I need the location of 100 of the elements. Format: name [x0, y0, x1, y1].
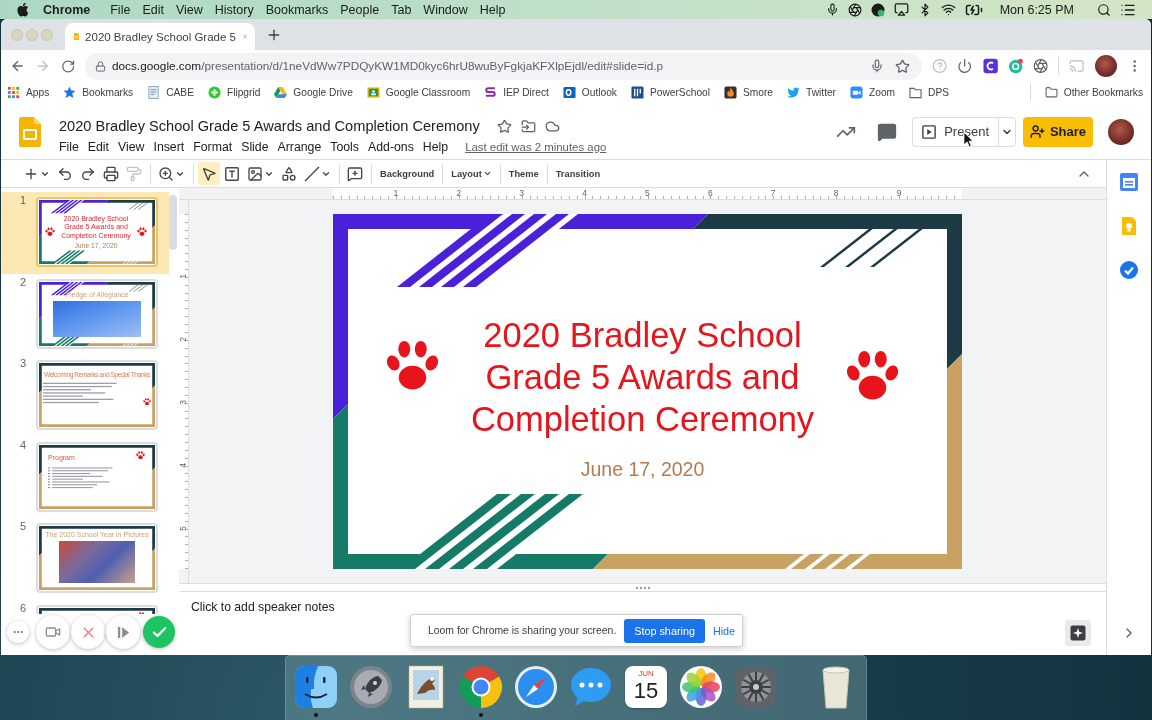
- bookmark-link[interactable]: Zoom: [850, 85, 896, 99]
- bookmark-link[interactable]: PowerSchool: [630, 85, 710, 99]
- flower-icon[interactable]: [678, 664, 724, 710]
- airplay-icon[interactable]: [893, 2, 909, 17]
- apple-logo-icon[interactable]: [16, 2, 29, 17]
- document-title[interactable]: 2020 Bradley School Grade 5 Awards and Completion Ceremony: [59, 118, 480, 134]
- menu-item[interactable]: Arrange: [277, 140, 322, 154]
- triangle-logo-icon[interactable]: [274, 85, 288, 99]
- folder-icon[interactable]: [1044, 85, 1058, 99]
- chrome-logo-icon[interactable]: [458, 664, 504, 710]
- shapes-icon: [281, 165, 297, 182]
- flame-icon[interactable]: [724, 85, 737, 99]
- status-check-icon[interactable]: [870, 2, 885, 17]
- last-edit-link[interactable]: Last edit was 2 minutes ago: [465, 141, 607, 153]
- menu-item[interactable]: Window: [423, 2, 468, 17]
- bird-icon[interactable]: [787, 85, 800, 99]
- menu-item[interactable]: Help: [422, 140, 449, 154]
- bookmark-link[interactable]: Other Bookmarks: [1044, 85, 1143, 99]
- wifi-icon[interactable]: [940, 2, 956, 17]
- present-menu-button[interactable]: [998, 116, 1016, 147]
- menu-item[interactable]: History: [214, 2, 254, 17]
- profile-avatar[interactable]: [1094, 55, 1117, 77]
- bookmark-link[interactable]: DPS: [909, 85, 949, 99]
- check-circle-icon[interactable]: [1119, 260, 1139, 280]
- finder-icon[interactable]: [293, 664, 339, 710]
- ruler-number: 2: [179, 337, 188, 343]
- menu-item[interactable]: Help: [479, 2, 506, 17]
- microphone-icon[interactable]: [869, 59, 884, 73]
- user-avatar[interactable]: [1108, 118, 1134, 145]
- hide-link[interactable]: Hide: [712, 624, 736, 637]
- toolbar-button[interactable]: Transition: [551, 162, 605, 185]
- drag-dots-icon[interactable]: [634, 585, 651, 590]
- slide-number: 4: [19, 439, 26, 451]
- gear-icon[interactable]: [733, 664, 779, 710]
- menu-item[interactable]: Edit: [142, 2, 164, 17]
- menu-item[interactable]: File: [110, 2, 131, 17]
- calendar-month: JUN: [638, 669, 654, 678]
- back-arrow-icon[interactable]: [10, 58, 26, 74]
- menu-item[interactable]: Format: [193, 140, 233, 154]
- comment-icon[interactable]: [877, 121, 898, 142]
- toolbar-button[interactable]: Background: [376, 162, 439, 185]
- ruler-number: 4: [179, 463, 188, 468]
- menu-item[interactable]: View: [118, 140, 145, 154]
- bookmark-link[interactable]: CABE: [147, 85, 194, 99]
- bookmark-link[interactable]: Flipgrid: [207, 85, 261, 99]
- compass-icon[interactable]: [513, 664, 559, 710]
- aperture-icon[interactable]: [1033, 58, 1049, 74]
- search-icon[interactable]: [1097, 2, 1111, 17]
- clock[interactable]: Mon 6:25 PM: [999, 2, 1074, 17]
- menu-item[interactable]: People: [340, 2, 380, 17]
- menu-item[interactable]: Tab: [391, 2, 412, 17]
- toolbar-button[interactable]: Layout: [447, 162, 496, 185]
- bookmark-link[interactable]: Bookmarks: [63, 85, 134, 99]
- swirl-logo-icon[interactable]: [484, 85, 498, 99]
- menu-item[interactable]: Tools: [330, 140, 359, 154]
- bars-logo-icon[interactable]: [630, 85, 644, 99]
- star-icon[interactable]: [63, 85, 77, 99]
- present-icon: [922, 124, 937, 139]
- arc-logo-icon[interactable]: [982, 58, 998, 74]
- calendar-icon[interactable]: [1119, 172, 1139, 192]
- star-icon[interactable]: [496, 118, 512, 134]
- bookmark-link[interactable]: Twitter: [787, 85, 836, 99]
- rocket-icon[interactable]: [348, 664, 394, 710]
- grid-icon[interactable]: [7, 85, 20, 99]
- share-button[interactable]: Share: [1023, 116, 1093, 147]
- bookmark-link[interactable]: Outlook: [562, 85, 617, 99]
- stop-sharing-button[interactable]: Stop sharing: [624, 618, 705, 643]
- aperture-icon[interactable]: [847, 2, 862, 17]
- folder-icon[interactable]: [909, 85, 923, 99]
- power-icon[interactable]: [957, 58, 973, 74]
- bookmark-link[interactable]: Google Drive: [274, 85, 353, 99]
- chalkboard-icon[interactable]: [366, 85, 380, 99]
- menu-item[interactable]: Add-ons: [368, 140, 414, 154]
- reload-icon[interactable]: [60, 58, 75, 74]
- bookmark-link[interactable]: Apps: [7, 85, 50, 99]
- menu-item[interactable]: Edit: [87, 140, 110, 154]
- cloud-icon[interactable]: [544, 118, 560, 134]
- star-icon[interactable]: [894, 58, 910, 74]
- bookmark-link[interactable]: IEP Direct: [484, 85, 549, 99]
- ring-square-icon[interactable]: [562, 85, 576, 99]
- explore-button[interactable]: [1065, 620, 1091, 646]
- move-to-folder-icon[interactable]: [520, 118, 536, 134]
- select-tool-button[interactable]: [198, 162, 220, 185]
- slide-number: 3: [19, 358, 26, 369]
- microphone-icon[interactable]: [825, 3, 839, 16]
- address-bar[interactable]: docs.google.com/presentation/d/1neVdWw7PDQyKW1MD0kyc6hrU8wuByFgkjaKFXlpEjdl/edit#slide=id.p: [84, 52, 922, 80]
- menu-item[interactable]: Slide: [241, 140, 269, 154]
- menu-item[interactable]: File: [59, 140, 79, 154]
- app-menu[interactable]: Chrome: [43, 2, 91, 17]
- toolbar-button[interactable]: Theme: [504, 162, 543, 185]
- bookmark-link[interactable]: Google Classroom: [366, 85, 471, 99]
- circle-logo-icon[interactable]: [1007, 58, 1024, 74]
- menu-item[interactable]: Bookmarks: [265, 2, 329, 17]
- present-button[interactable]: Present: [912, 116, 998, 147]
- calendar-app-icon[interactable]: JUN 15: [625, 666, 667, 708]
- bookmark-link[interactable]: Smore: [724, 85, 773, 99]
- menu-item[interactable]: Insert: [153, 140, 185, 154]
- speaker-notes-field[interactable]: Click to add speaker notes: [191, 599, 391, 615]
- video-camera-icon[interactable]: [850, 85, 863, 99]
- menu-item[interactable]: View: [175, 2, 203, 17]
